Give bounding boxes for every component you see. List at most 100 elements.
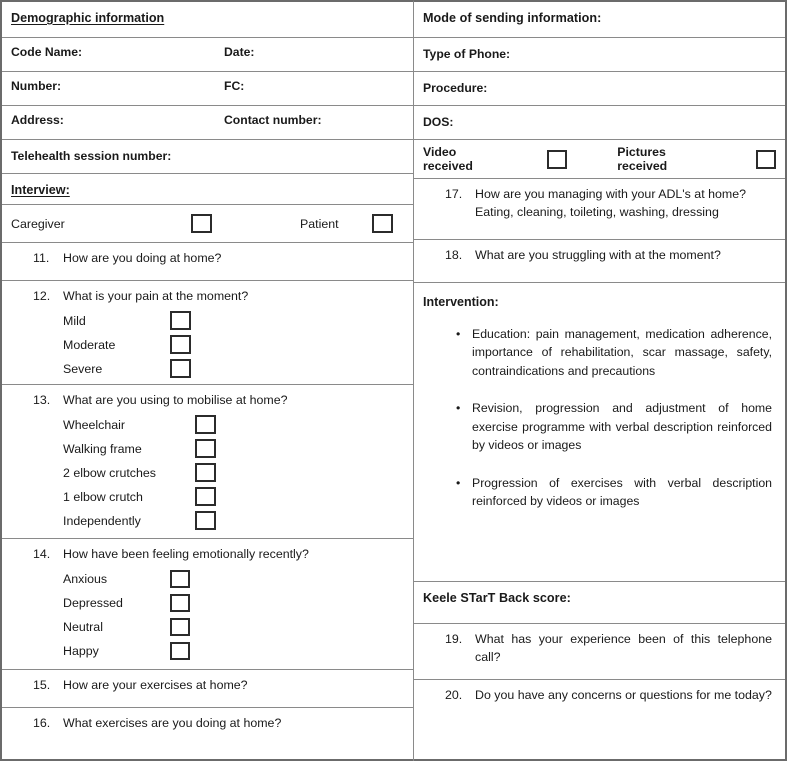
question-16-text: What exercises are you doing at home? [63,716,282,730]
option-neutral: Neutral [11,615,404,639]
option-mild-label: Mild [63,313,86,328]
intervention-bullet-education: • Education: pain management, medication… [423,325,776,380]
question-20-number: 20. [445,688,463,702]
field-row-telehealth-session: Telehealth session number: [2,140,413,174]
date-label: Date: [224,45,255,59]
question-16-row: 16. What exercises are you doing at home… [2,708,413,761]
option-moderate-checkbox[interactable] [170,335,191,355]
option-severe-checkbox[interactable] [170,359,191,379]
pictures-received-checkbox[interactable] [755,149,776,169]
intervention-row: Intervention: • Education: pain manageme… [414,283,785,582]
field-row-address-contact: Address: Contact number: [2,106,413,140]
question-20-row: 20. Do you have any concerns or question… [414,680,785,761]
question-13-text: What are you using to mobilise at home? [63,393,288,407]
caregiver-checkbox[interactable] [191,214,212,233]
mode-of-sending-title: Mode of sending information: [423,11,602,25]
patient-label: Patient [300,216,339,231]
option-mild-checkbox[interactable] [170,311,191,331]
respondent-row: Caregiver Patient [2,205,413,243]
option-anxious-checkbox[interactable] [170,569,190,588]
procedure-label: Procedure: [423,81,488,95]
option-depressed: Depressed [11,591,404,615]
demographic-information-title: Demographic information [11,11,165,25]
question-14-text: How have been feeling emotionally recent… [63,547,309,561]
option-independently-label: Independently [63,513,141,528]
option-moderate-label: Moderate [63,337,116,352]
option-depressed-label: Depressed [63,595,123,610]
question-16-number: 16. [33,716,51,730]
fc-label: FC: [224,79,245,93]
option-moderate: Moderate [11,333,404,357]
option-2-elbow-crutches: 2 elbow crutches [11,461,404,485]
question-19-text: What has your experience been of this te… [475,632,772,664]
intervention-title: Intervention: [423,295,499,309]
pictures-received-label: Pictures received [617,145,668,173]
keele-start-back-title: Keele STarT Back score: [423,591,571,605]
intervention-bullet-progression: • Progression of exercises with verbal d… [423,474,776,511]
option-wheelchair-checkbox[interactable] [195,415,216,435]
interview-header: Interview: [2,174,413,205]
number-label: Number: [11,79,62,93]
form-columns: Demographic information Code Name: Date:… [0,0,787,761]
option-happy: Happy [11,639,404,663]
intervention-bullet-progression-text: Progression of exercises with verbal des… [472,475,772,509]
question-17-row: 17. How are you managing with your ADL's… [414,179,785,240]
field-row-procedure: Procedure: [414,72,785,106]
question-13-number: 13. [33,393,51,407]
code-name-label: Code Name: [11,45,83,59]
option-wheelchair: Wheelchair [11,413,404,437]
question-14-row: 14. How have been feeling emotionally re… [2,539,413,670]
question-14-options: Anxious Depressed Neutral Happy [11,567,404,663]
option-anxious: Anxious [11,567,404,591]
option-walking-frame: Walking frame [11,437,404,461]
question-18-text: What are you struggling with at the mome… [475,248,721,262]
question-12-number: 12. [33,289,51,303]
question-17-subtext: Eating, cleaning, toileting, washing, dr… [475,204,719,219]
option-1-elbow-crutch-label: 1 elbow crutch [63,489,143,504]
demographic-information-header: Demographic information [2,2,413,38]
field-row-number-fc: Number: FC: [2,72,413,106]
option-depressed-checkbox[interactable] [170,593,190,612]
intervention-bullet-education-text: Education: pain management, medication a… [472,327,772,378]
option-walking-frame-label: Walking frame [63,441,142,456]
video-received-checkbox[interactable] [547,149,568,169]
field-row-code-name-date: Code Name: Date: [2,38,413,72]
intervention-bullet-revision: • Revision, progression and adjustment o… [423,399,776,454]
question-19-number: 19. [445,632,463,646]
option-2-elbow-crutches-checkbox[interactable] [195,463,216,483]
patient-checkbox[interactable] [372,214,393,233]
question-12-row: 12. What is your pain at the moment? Mil… [2,281,413,385]
question-11-number: 11. [33,251,50,265]
question-12-options: Mild Moderate Severe [11,309,404,381]
question-15-number: 15. [33,678,51,692]
option-happy-checkbox[interactable] [170,641,190,660]
dos-label: DOS: [423,115,454,129]
question-15-row: 15. How are your exercises at home? [2,670,413,708]
option-severe: Severe [11,357,404,381]
option-walking-frame-checkbox[interactable] [195,439,216,459]
option-neutral-checkbox[interactable] [170,617,190,636]
media-received-row: Video received Pictures received [414,140,785,179]
question-15-text: How are your exercises at home? [63,678,248,692]
option-1-elbow-crutch: 1 elbow crutch [11,485,404,509]
left-column: Demographic information Code Name: Date:… [0,0,414,761]
question-13-row: 13. What are you using to mobilise at ho… [2,385,413,539]
intervention-bullet-revision-text: Revision, progression and adjustment of … [472,401,772,453]
type-of-phone-label: Type of Phone: [423,47,511,61]
option-anxious-label: Anxious [63,571,108,586]
contact-number-label: Contact number: [224,113,322,127]
question-13-options: Wheelchair Walking frame 2 elbow crutche… [11,413,404,533]
address-label: Address: [11,113,64,127]
video-received-label: Video received [423,145,473,173]
option-mild: Mild [11,309,404,333]
option-severe-label: Severe [63,361,103,376]
question-12-text: What is your pain at the moment? [63,289,249,303]
question-18-number: 18. [445,248,463,262]
intervention-bullets: • Education: pain management, medication… [423,325,776,511]
mode-of-sending-header: Mode of sending information: [414,2,785,38]
question-11-text: How are you doing at home? [63,251,222,265]
option-independently-checkbox[interactable] [195,511,216,531]
question-18-row: 18. What are you struggling with at the … [414,240,785,283]
field-row-type-of-phone: Type of Phone: [414,38,785,72]
option-1-elbow-crutch-checkbox[interactable] [195,487,216,507]
